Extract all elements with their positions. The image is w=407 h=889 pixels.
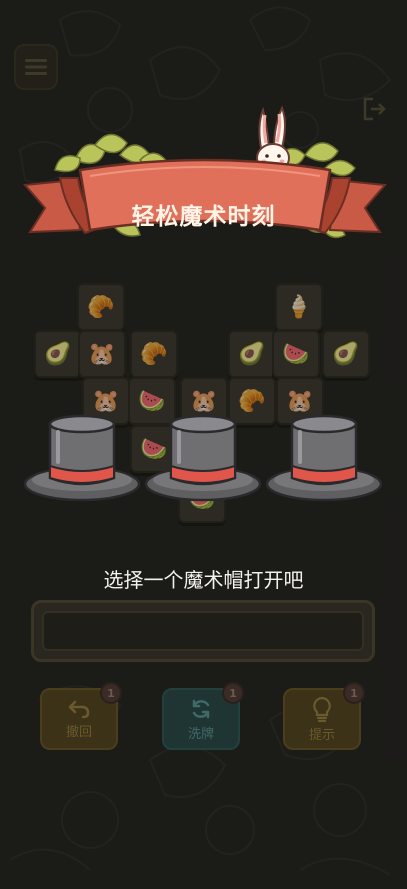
undo-label: 撤回 [65,724,92,740]
shuffle-label: 洗牌 [187,726,214,742]
magic-hat-middle[interactable] [143,412,263,507]
shuffle-count-badge: 1 [222,682,244,704]
magic-hat-right[interactable] [264,412,384,507]
refresh-icon [192,699,210,718]
prompt-text: 选择一个魔术帽打开吧 [103,568,304,592]
hint-count-badge: 1 [343,682,365,704]
shuffle-button[interactable]: 洗牌 1 [162,682,244,750]
title-banner [22,105,388,239]
undo-count-badge: 1 [100,682,122,704]
tile-tray-slots [42,611,364,651]
undo-arrow-icon [68,700,90,718]
banner-title: 轻松魔术时刻 [131,204,276,230]
tile-tray [31,600,375,662]
undo-button[interactable]: 撤回 1 [40,682,122,750]
hint-label: 提示 [308,727,335,743]
magic-hat-left[interactable] [22,412,142,507]
lightbulb-icon [313,696,331,722]
hint-button[interactable]: 提示 1 [283,682,365,750]
